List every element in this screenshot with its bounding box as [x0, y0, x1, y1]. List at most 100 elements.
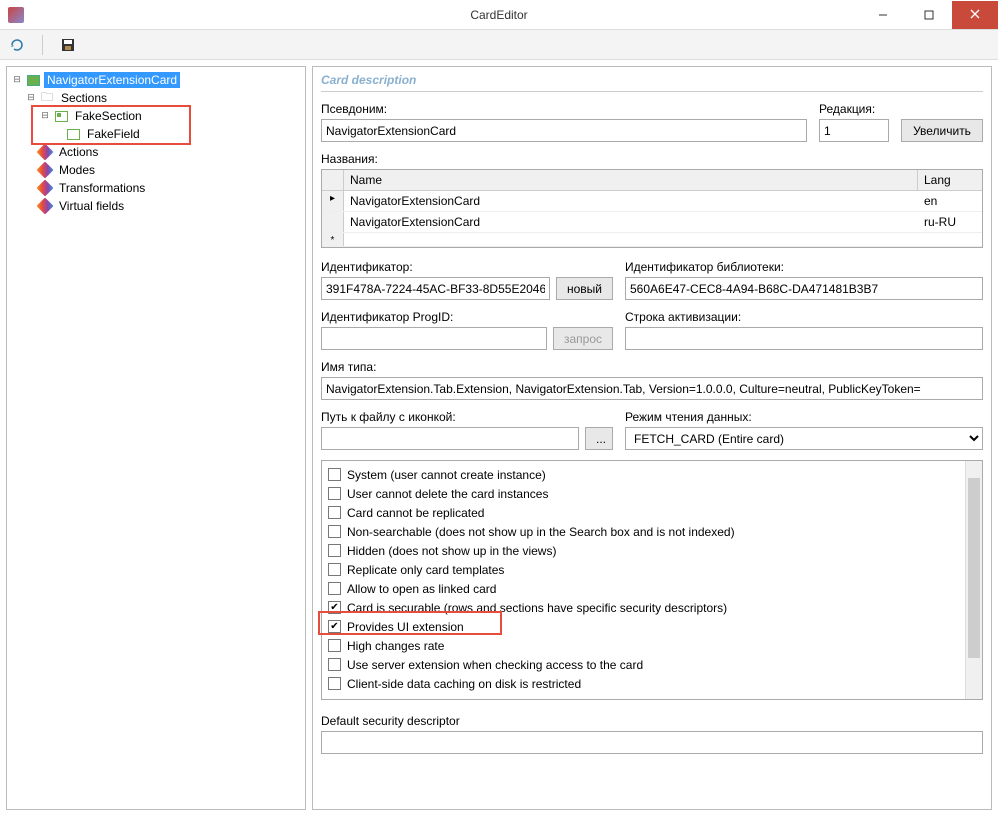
- id-label: Идентификатор:: [321, 260, 613, 274]
- checkbox[interactable]: [328, 639, 341, 652]
- checkbox[interactable]: [328, 620, 341, 633]
- security-label: Default security descriptor: [321, 714, 983, 728]
- close-button[interactable]: [952, 1, 998, 29]
- maximize-button[interactable]: [906, 1, 952, 29]
- collapse-icon[interactable]: ⊟: [25, 92, 37, 104]
- content-panel: Card description Псевдоним: Редакция: Ув…: [312, 66, 992, 810]
- toolbar: [0, 30, 998, 60]
- tree-transformations[interactable]: Transformations: [56, 180, 148, 196]
- card-icon: [25, 73, 41, 87]
- check-label: Non-searchable (does not show up in the …: [347, 525, 735, 539]
- check-label: Provides UI extension: [347, 620, 464, 634]
- check-label: Hidden (does not show up in the views): [347, 544, 556, 558]
- diamond-icon: [37, 145, 53, 159]
- check-item-3[interactable]: Non-searchable (does not show up in the …: [328, 522, 976, 541]
- tree-fake-field[interactable]: FakeField: [84, 126, 143, 142]
- names-grid[interactable]: Name Lang ▸ NavigatorExtensionCard en Na…: [321, 169, 983, 248]
- activation-input[interactable]: [625, 327, 983, 350]
- check-label: User cannot delete the card instances: [347, 487, 548, 501]
- scrollbar[interactable]: [965, 461, 982, 699]
- refresh-button[interactable]: [8, 36, 26, 54]
- check-item-7[interactable]: Card is securable (rows and sections hav…: [328, 598, 976, 617]
- options-checklist: System (user cannot create instance) User…: [321, 460, 983, 700]
- revision-label: Редакция:: [819, 102, 889, 116]
- checkbox[interactable]: [328, 506, 341, 519]
- check-item-4[interactable]: Hidden (does not show up in the views): [328, 541, 976, 560]
- iconpath-label: Путь к файлу с иконкой:: [321, 410, 613, 424]
- check-item-8[interactable]: Provides UI extension: [328, 617, 976, 636]
- new-row-icon[interactable]: *: [322, 233, 344, 246]
- check-label: Replicate only card templates: [347, 563, 504, 577]
- readmode-label: Режим чтения данных:: [625, 410, 983, 424]
- check-label: System (user cannot create instance): [347, 468, 546, 482]
- checkbox[interactable]: [328, 468, 341, 481]
- tree-virtual-fields[interactable]: Virtual fields: [56, 198, 127, 214]
- typename-label: Имя типа:: [321, 360, 983, 374]
- toolbar-separator: [42, 35, 43, 55]
- alias-label: Псевдоним:: [321, 102, 807, 116]
- titlebar: CardEditor: [0, 0, 998, 30]
- readmode-select[interactable]: FETCH_CARD (Entire card): [625, 427, 983, 450]
- security-input[interactable]: [321, 731, 983, 754]
- check-item-9[interactable]: High changes rate: [328, 636, 976, 655]
- check-item-0[interactable]: System (user cannot create instance): [328, 465, 976, 484]
- tree-fake-section[interactable]: FakeSection: [72, 108, 145, 124]
- check-label: Allow to open as linked card: [347, 582, 496, 596]
- checkbox[interactable]: [328, 677, 341, 690]
- save-button[interactable]: [59, 36, 77, 54]
- minimize-button[interactable]: [860, 1, 906, 29]
- check-item-5[interactable]: Replicate only card templates: [328, 560, 976, 579]
- field-icon: [65, 127, 81, 141]
- diamond-icon: [37, 199, 53, 213]
- col-name[interactable]: Name: [344, 170, 918, 190]
- check-item-6[interactable]: Allow to open as linked card: [328, 579, 976, 598]
- revision-input: [819, 119, 889, 142]
- grid-new-row: *: [322, 233, 982, 247]
- window-controls: [860, 1, 998, 29]
- names-label: Названия:: [321, 152, 983, 166]
- check-item-10[interactable]: Use server extension when checking acces…: [328, 655, 976, 674]
- check-label: High changes rate: [347, 639, 444, 653]
- enlarge-button[interactable]: Увеличить: [901, 119, 983, 142]
- libid-input: [625, 277, 983, 300]
- libid-label: Идентификатор библиотеки:: [625, 260, 983, 274]
- panel-title: Card description: [321, 71, 983, 92]
- col-lang[interactable]: Lang: [918, 170, 982, 190]
- app-icon: [8, 7, 24, 23]
- new-id-button[interactable]: новый: [556, 277, 613, 300]
- diamond-icon: [37, 163, 53, 177]
- check-item-11[interactable]: Client-side data caching on disk is rest…: [328, 674, 976, 693]
- tree-root[interactable]: NavigatorExtensionCard: [44, 72, 180, 88]
- collapse-icon[interactable]: ⊟: [39, 110, 51, 122]
- row-selector-icon[interactable]: ▸: [322, 191, 344, 211]
- grid-row: NavigatorExtensionCard ru-RU: [322, 212, 982, 233]
- checkbox[interactable]: [328, 487, 341, 500]
- window-title: CardEditor: [470, 8, 527, 22]
- checkbox[interactable]: [328, 601, 341, 614]
- check-label: Use server extension when checking acces…: [347, 658, 643, 672]
- progid-input[interactable]: [321, 327, 547, 350]
- check-label: Card is securable (rows and sections hav…: [347, 601, 727, 615]
- typename-input[interactable]: [321, 377, 983, 400]
- checkbox[interactable]: [328, 582, 341, 595]
- check-item-1[interactable]: User cannot delete the card instances: [328, 484, 976, 503]
- tree-modes[interactable]: Modes: [56, 162, 98, 178]
- checkbox[interactable]: [328, 544, 341, 557]
- request-button: запрос: [553, 327, 613, 350]
- checkbox[interactable]: [328, 658, 341, 671]
- iconpath-input[interactable]: [321, 427, 579, 450]
- id-input[interactable]: [321, 277, 550, 300]
- check-label: Client-side data caching on disk is rest…: [347, 677, 581, 691]
- check-label: Card cannot be replicated: [347, 506, 484, 520]
- alias-input[interactable]: [321, 119, 807, 142]
- browse-button[interactable]: ...: [585, 427, 613, 450]
- check-item-2[interactable]: Card cannot be replicated: [328, 503, 976, 522]
- grid-row: ▸ NavigatorExtensionCard en: [322, 191, 982, 212]
- activation-label: Строка активизации:: [625, 310, 983, 324]
- collapse-icon[interactable]: ⊟: [11, 74, 23, 86]
- checkbox[interactable]: [328, 525, 341, 538]
- folder-icon: 🗀: [39, 91, 55, 105]
- tree-sections[interactable]: Sections: [58, 90, 110, 106]
- tree-actions[interactable]: Actions: [56, 144, 101, 160]
- checkbox[interactable]: [328, 563, 341, 576]
